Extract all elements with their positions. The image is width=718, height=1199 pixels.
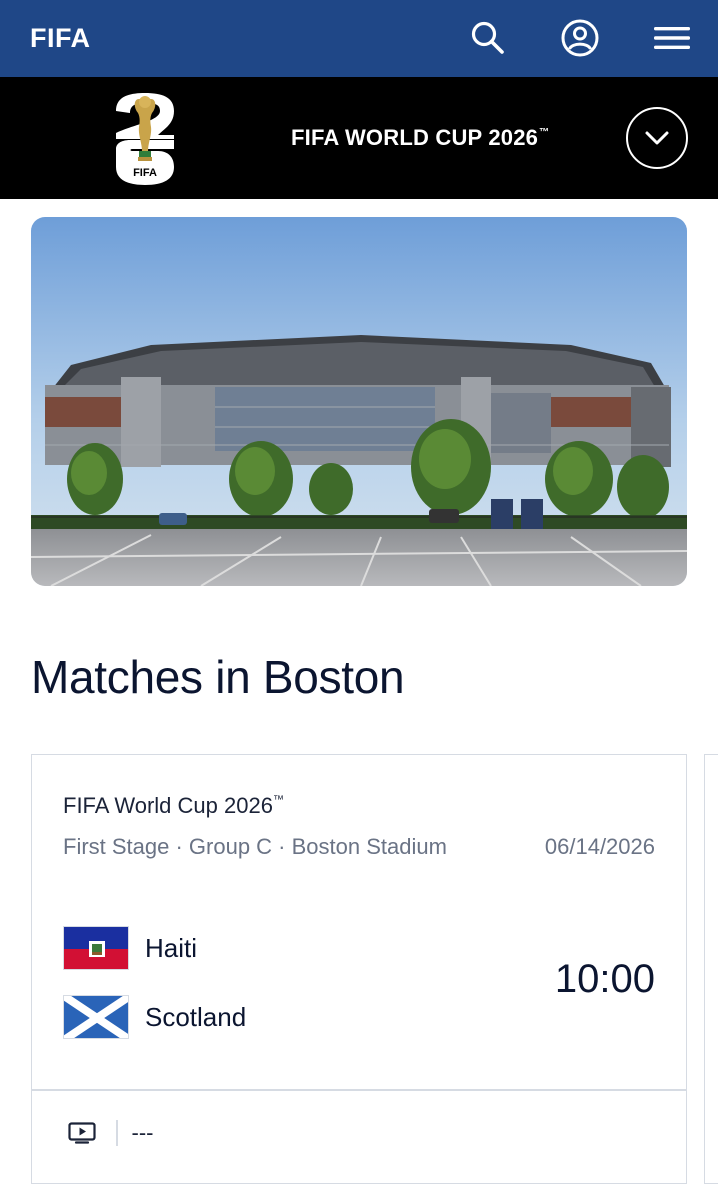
- chevron-down-icon: [645, 131, 669, 145]
- menu-button[interactable]: [650, 16, 694, 60]
- tournament-bar: FIFA FIFA WORLD CUP 2026™: [0, 77, 718, 199]
- home-team-row: Haiti: [63, 925, 197, 971]
- match-card[interactable]: FIFA World Cup 2026™ First Stage · Group…: [31, 754, 687, 1184]
- next-match-card-edge[interactable]: [704, 754, 718, 1184]
- stadium-photo: [31, 217, 687, 586]
- top-nav-bar: FIFA: [0, 0, 718, 77]
- section-title: Matches in Boston: [31, 651, 405, 703]
- hamburger-menu-icon: [654, 27, 690, 49]
- home-team-name: Haiti: [145, 932, 198, 963]
- tournament-title-text: FIFA WORLD CUP 2026: [291, 125, 539, 150]
- tv-icon: [68, 1122, 96, 1144]
- search-button[interactable]: [466, 16, 510, 60]
- competition-trademark: ™: [272, 794, 284, 806]
- account-button[interactable]: [558, 16, 602, 60]
- broadcast-text: ---: [131, 1120, 154, 1145]
- broadcast-info: ---: [68, 1119, 153, 1147]
- broadcast-separator: [116, 1120, 118, 1146]
- scotland-flag-icon: [63, 995, 129, 1039]
- competition-name: FIFA World Cup 2026™: [63, 793, 284, 819]
- away-team-name: Scotland: [145, 1001, 247, 1032]
- search-icon: [471, 21, 504, 54]
- account-icon: [561, 19, 599, 57]
- world-cup-2026-emblem[interactable]: FIFA: [112, 91, 178, 187]
- svg-text:FIFA: FIFA: [133, 167, 157, 179]
- tournament-menu-toggle[interactable]: [626, 107, 688, 169]
- kickoff-time: 10:00: [554, 957, 655, 1001]
- away-team-row: Scotland: [63, 994, 246, 1040]
- match-date: 06/14/2026: [544, 834, 655, 859]
- tournament-title[interactable]: FIFA WORLD CUP 2026™: [291, 125, 549, 151]
- competition-name-text: FIFA World Cup 2026: [63, 793, 273, 818]
- match-stage-venue: First Stage · Group C · Boston Stadium: [63, 834, 447, 859]
- fifa-logo[interactable]: FIFA: [30, 23, 91, 54]
- trademark-symbol: ™: [539, 127, 550, 138]
- haiti-flag-icon: [63, 926, 129, 970]
- card-divider: [32, 1089, 686, 1091]
